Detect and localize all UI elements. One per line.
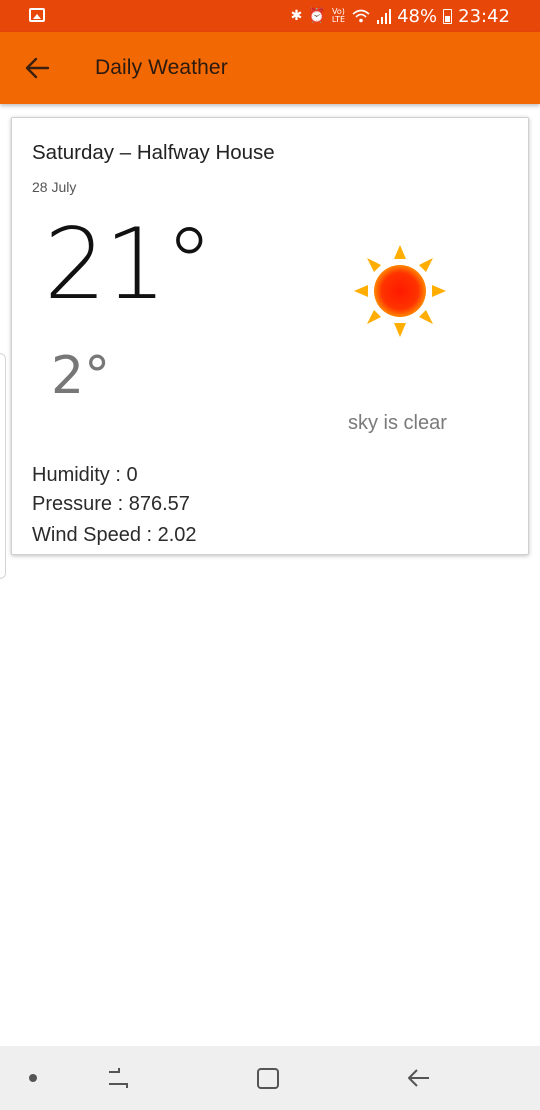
wifi-icon [352, 9, 370, 23]
navigation-bar [0, 1046, 540, 1110]
home-icon[interactable] [254, 1064, 282, 1092]
status-bar: ✱ ⏰ Vo) LTE 48% 23:42 [0, 0, 540, 32]
battery-icon [443, 8, 453, 24]
weather-description: sky is clear [348, 412, 447, 434]
bluetooth-icon: ✱ [290, 8, 303, 24]
day-place-label: Saturday – Halfway House [32, 141, 275, 164]
signal-icon [377, 9, 392, 24]
max-temperature: 21° [44, 208, 214, 322]
volte-bottom-text: LTE [331, 15, 346, 24]
date-label: 28 July [32, 179, 77, 195]
humidity-label: Humidity : 0 [32, 464, 138, 486]
wind-speed-label: Wind Speed : 2.02 [32, 524, 197, 546]
weather-card: Saturday – Halfway House 28 July 21° 2° … [11, 117, 529, 555]
alarm-icon: ⏰ [308, 8, 326, 24]
back-icon[interactable] [405, 1064, 433, 1092]
app-bar: Daily Weather [0, 32, 540, 104]
nav-dot-indicator[interactable] [29, 1074, 37, 1082]
sun-icon [354, 245, 446, 337]
gallery-icon [29, 8, 45, 22]
side-drawer-handle[interactable] [0, 353, 6, 579]
volte-icon: Vo) LTE [332, 8, 345, 24]
app-title: Daily Weather [95, 56, 228, 79]
pressure-label: Pressure : 876.57 [32, 493, 190, 515]
min-temperature: 2° [51, 346, 111, 406]
recent-apps-icon[interactable] [104, 1064, 132, 1092]
clock: 23:42 [458, 5, 510, 27]
back-arrow-icon[interactable] [20, 52, 54, 84]
status-icons: ✱ ⏰ Vo) LTE 48% 23:42 [290, 5, 510, 27]
battery-percent: 48% [397, 5, 438, 27]
